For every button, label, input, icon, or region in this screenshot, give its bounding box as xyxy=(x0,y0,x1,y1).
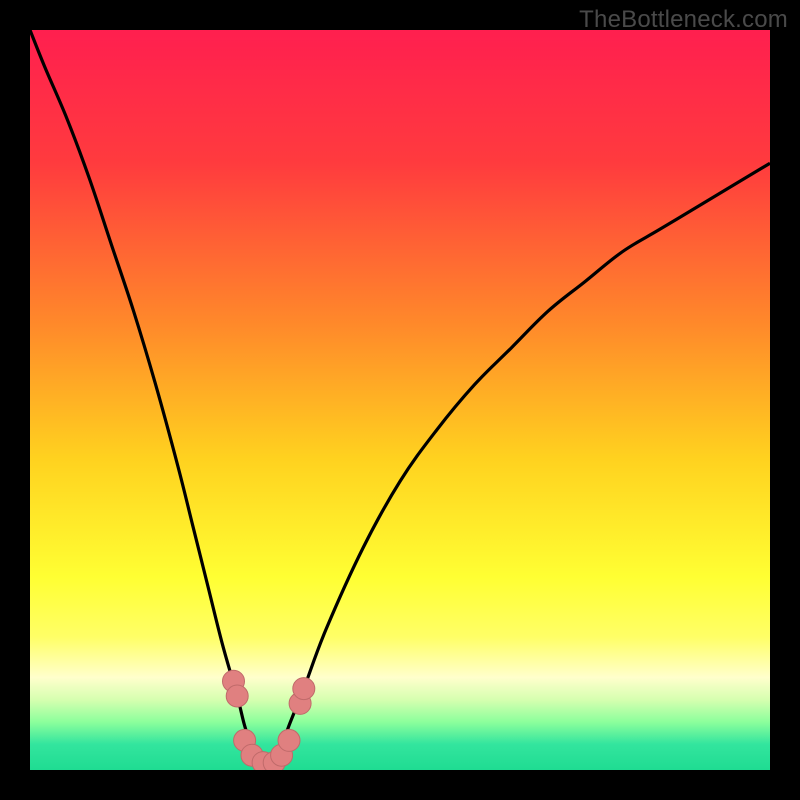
curve-marker xyxy=(293,678,315,700)
plot-area xyxy=(30,30,770,770)
outer-frame: TheBottleneck.com xyxy=(0,0,800,800)
gradient-background xyxy=(30,30,770,770)
watermark-text: TheBottleneck.com xyxy=(579,6,788,34)
curve-marker xyxy=(226,685,248,707)
curve-marker xyxy=(278,729,300,751)
chart-svg xyxy=(30,30,770,770)
